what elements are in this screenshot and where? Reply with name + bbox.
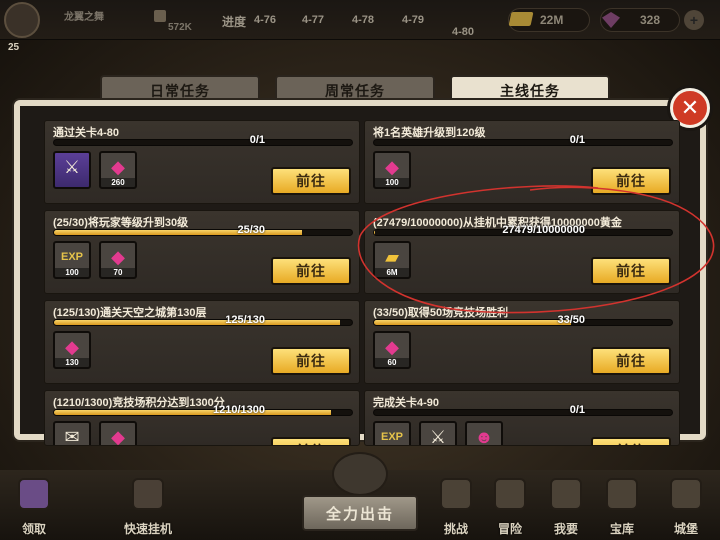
gold-amount: 22M [540,13,564,27]
task-title: 完成关卡4-90 [373,397,440,409]
reward-slot[interactable]: ◆ [99,421,137,446]
gem-icon: ◆ [111,427,125,446]
reward-slot[interactable]: ◆ 100 [373,151,411,189]
go-button[interactable]: 前往 [271,257,351,285]
nav-challenge[interactable]: 挑战 [426,478,486,538]
nav-challenge-label: 挑战 [443,522,468,536]
scroll-icon: ✉ [64,427,80,446]
adventure-icon [494,478,526,510]
reward-slot[interactable]: EXP 100 [53,241,91,279]
nav-adventure[interactable]: 冒险 [480,478,540,538]
top-hud: 25 龙翼之舞 572K 进度 4-76 4-77 4-78 4-79 4-80… [0,0,720,53]
go-button[interactable]: 前往 [271,437,351,445]
nav-heroes[interactable]: 我要 [536,478,596,538]
go-button[interactable]: 前往 [271,167,351,195]
treasury-icon [606,478,638,510]
task-card: (25/30)将玩家等级升到30级 25/30 EXP 100 ◆ 70 前往 [44,210,360,294]
player-name: 龙翼之舞 [64,12,104,23]
gem-amount: 328 [640,13,661,27]
task-progress-text: 25/30 [237,224,265,236]
reward-slot[interactable]: ◆ 260 [99,151,137,189]
reward-count: 60 [375,358,409,367]
reward-count: 100 [55,268,89,277]
challenge-icon [440,478,472,510]
power-value: 572K [168,22,192,33]
reward-slot[interactable]: ◆ 130 [53,331,91,369]
reward-count: 100 [375,178,409,187]
task-progress-fill [374,230,375,235]
stage-marker: 4-79 [402,14,425,26]
reward-slot[interactable]: ◆ 60 [373,331,411,369]
reward-count: 130 [55,358,89,367]
reward-slot[interactable]: EXP [373,421,411,445]
task-card: 将1名英雄升级到120级 0/1 ◆ 100 前往 [364,120,680,204]
nav-castle-label: 城堡 [673,522,698,536]
task-card: (1210/1300)竞技场积分达到1300分1210/1300✉◆前往 [44,390,360,446]
task-progress-text: 33/50 [557,314,585,326]
task-progress-text: 1210/1300 [213,404,265,416]
nav-quick-afk[interactable]: 快速挂机 [118,478,178,538]
hourglass-icon [132,478,164,510]
task-progress-text: 0/1 [569,404,585,416]
task-progress-text: 27479/10000000 [502,224,585,236]
reward-count: 6M [375,268,409,277]
crossed-swords-icon [332,452,388,496]
stage-marker: 4-76 [254,14,277,26]
heroes-icon [550,478,582,510]
task-card: (125/130)通关天空之城第130层 125/130 ◆ 130 前往 [44,300,360,384]
gold-bar-icon [508,12,534,26]
reward-slot[interactable]: ✉ [53,421,91,446]
task-progress-text: 0/1 [249,134,265,146]
nav-castle[interactable]: 城堡 [656,478,716,538]
chest-icon [18,478,50,510]
go-button[interactable]: 前往 [591,347,671,375]
gem-icon: ◆ [65,337,79,357]
go-button[interactable]: 前往 [591,167,671,195]
task-progress-text: 125/130 [225,314,265,326]
task-card: 完成关卡4-90 0/1 EXP ⚔ ☻ 前往 [364,390,680,446]
level-badge: 25 [8,42,20,53]
reward-count: 260 [101,178,135,187]
sword-icon: ⚔ [429,427,447,446]
nav-heroes-label: 我要 [553,522,578,536]
reward-slot[interactable]: ▰ 6M [373,241,411,279]
gem-icon: ◆ [385,157,399,177]
nav-treasury-label: 宝库 [609,522,634,536]
task-card: (27479/10000000)从挂机中累积获得10000000黄金 27479/… [364,210,680,294]
gold-bar-icon: ▰ [385,247,399,267]
add-gems-icon[interactable]: + [684,10,704,30]
reward-slot[interactable]: ⚔ [53,151,91,189]
sword-icon: ⚔ [63,157,81,177]
reward-slot[interactable]: ◆ 70 [99,241,137,279]
hero-portrait-icon: ☻ [474,427,494,446]
nav-treasury[interactable]: 宝库 [592,478,652,538]
progress-label: 进度 [222,15,247,29]
task-card: (33/50)取得50场竞技场胜利 33/50 ◆ 60 前往 [364,300,680,384]
reward-slot[interactable]: ⚔ [419,421,457,446]
stage-marker: 4-80 [452,26,475,38]
stage-marker: 4-78 [352,14,375,26]
gem-icon: ◆ [385,337,399,357]
castle-icon [670,478,702,510]
nav-claim[interactable]: 领取 [4,478,64,538]
reward-count: 70 [101,268,135,277]
nav-adventure-label: 冒险 [497,522,522,536]
task-card: 通过关卡4-80 0/1 ⚔ ◆ 260 前往 [44,120,360,204]
go-button[interactable]: 前往 [271,347,351,375]
player-avatar[interactable] [4,2,40,38]
go-button[interactable]: 前往 [591,257,671,285]
stage-marker: 4-77 [302,14,325,26]
reward-slot[interactable]: ☻ [465,421,503,446]
task-title: 通过关卡4-80 [53,127,120,139]
exp-icon: EXP [380,431,403,443]
exp-icon: EXP [60,251,83,263]
power-icon [154,10,166,22]
full-attack-button[interactable]: 全力出击 [302,495,418,531]
nav-claim-label: 领取 [21,522,46,536]
gem-icon: ◆ [111,157,125,177]
gem-icon: ◆ [111,247,125,267]
go-button[interactable]: 前往 [591,437,671,445]
nav-quick-afk-label: 快速挂机 [123,522,172,536]
task-progress-text: 0/1 [569,134,585,146]
